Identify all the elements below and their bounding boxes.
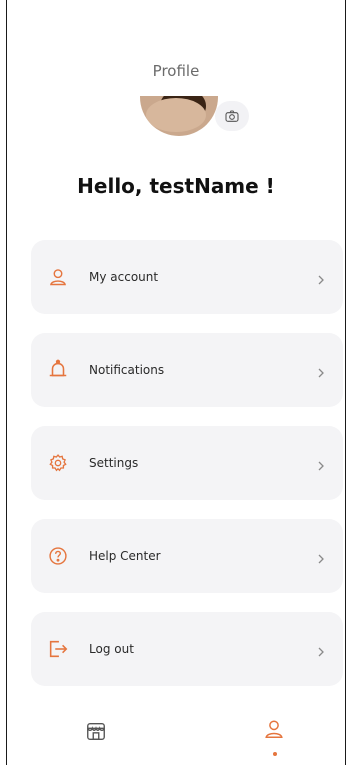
camera-icon bbox=[225, 110, 239, 122]
menu-item-log-out[interactable]: Log out bbox=[31, 612, 343, 686]
avatar[interactable] bbox=[140, 96, 218, 136]
bell-icon bbox=[47, 359, 69, 381]
page-title: Profile bbox=[152, 62, 200, 80]
tab-store[interactable] bbox=[85, 720, 107, 742]
chevron-right-icon bbox=[315, 457, 327, 471]
user-icon bbox=[265, 720, 283, 738]
greeting: Hello, testName ! bbox=[77, 174, 275, 198]
menu-item-label: My account bbox=[89, 270, 159, 284]
logout-icon bbox=[47, 638, 69, 660]
chevron-right-icon bbox=[315, 364, 327, 378]
avatar-photo bbox=[140, 96, 218, 136]
profile-screen: Profile Hello, testName ! My account Not… bbox=[6, 0, 346, 765]
bottom-tab-bar bbox=[7, 710, 345, 765]
menu-item-help-center[interactable]: Help Center bbox=[31, 519, 343, 593]
help-icon bbox=[47, 545, 69, 567]
chevron-right-icon bbox=[315, 550, 327, 564]
tab-profile[interactable] bbox=[263, 718, 285, 740]
chevron-right-icon bbox=[315, 271, 327, 285]
menu-item-notifications[interactable]: Notifications bbox=[31, 333, 343, 407]
menu-item-label: Notifications bbox=[89, 363, 165, 377]
menu-item-label: Settings bbox=[89, 456, 139, 470]
store-icon bbox=[87, 722, 105, 740]
menu-item-my-account[interactable]: My account bbox=[31, 240, 343, 314]
chevron-right-icon bbox=[315, 643, 327, 657]
active-tab-indicator bbox=[273, 752, 277, 756]
menu-item-label: Log out bbox=[89, 642, 134, 656]
menu-item-settings[interactable]: Settings bbox=[31, 426, 343, 500]
user-icon bbox=[47, 266, 69, 288]
menu-item-label: Help Center bbox=[89, 549, 161, 563]
change-photo-button[interactable] bbox=[215, 101, 249, 131]
gear-icon bbox=[47, 452, 69, 474]
